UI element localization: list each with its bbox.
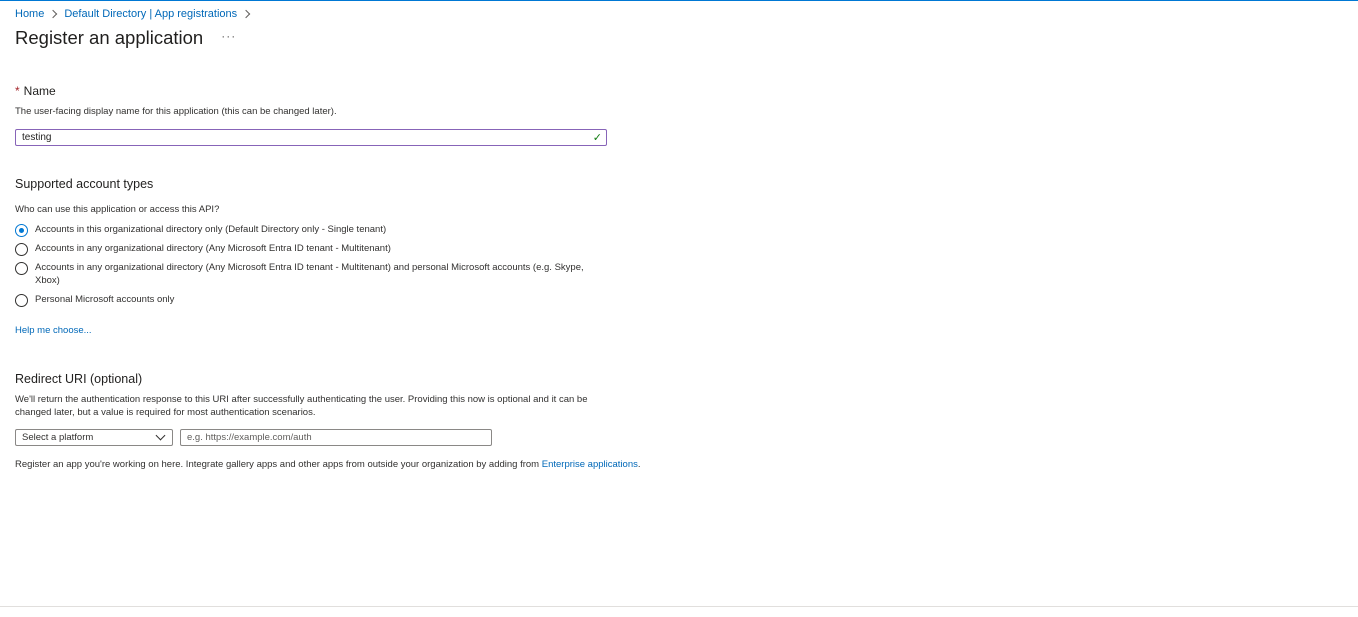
platform-select-value: Select a platform xyxy=(22,432,94,443)
radio-label: Accounts in any organizational directory… xyxy=(35,262,584,286)
name-label-text: Name xyxy=(23,84,56,98)
help-me-choose-link[interactable]: Help me choose... xyxy=(15,325,92,336)
bottom-divider xyxy=(0,606,1358,607)
account-types-question: Who can use this application or access t… xyxy=(15,204,220,215)
radio-label: Personal Microsoft accounts only xyxy=(35,294,175,305)
radio-option-multitenant-personal[interactable]: Accounts in any organizational directory… xyxy=(15,262,595,287)
footer-note-text: Register an app you're working on here. … xyxy=(15,459,542,470)
platform-select[interactable]: Select a platform xyxy=(15,429,173,446)
more-options-icon[interactable]: ··· xyxy=(221,29,236,43)
footer-note: Register an app you're working on here. … xyxy=(15,459,641,470)
name-input[interactable]: testing ✓ xyxy=(15,129,607,146)
radio-label: Accounts in any organizational directory… xyxy=(35,243,391,254)
title-row: Register an application ··· xyxy=(15,27,236,49)
radio-option-multitenant[interactable]: Accounts in any organizational directory… xyxy=(15,243,595,256)
redirect-uri-input[interactable]: e.g. https://example.com/auth xyxy=(180,429,492,446)
breadcrumb-home[interactable]: Home xyxy=(15,8,44,20)
account-types-heading: Supported account types xyxy=(15,177,154,191)
required-marker: * xyxy=(15,84,20,98)
breadcrumb-app-registrations[interactable]: Default Directory | App registrations xyxy=(64,8,237,20)
enterprise-applications-link[interactable]: Enterprise applications xyxy=(542,459,638,470)
checkmark-icon: ✓ xyxy=(592,132,602,144)
name-label: * Name xyxy=(15,84,56,98)
radio-option-personal-only[interactable]: Personal Microsoft accounts only xyxy=(15,294,595,307)
radio-label: Accounts in this organizational director… xyxy=(35,224,387,235)
chevron-right-icon xyxy=(49,9,58,19)
radio-option-single-tenant[interactable]: Accounts in this organizational director… xyxy=(15,224,595,237)
redirect-uri-heading: Redirect URI (optional) xyxy=(15,372,143,386)
name-description: The user-facing display name for this ap… xyxy=(15,106,337,117)
page-content: Home Default Directory | App registratio… xyxy=(15,0,1345,600)
page-title: Register an application xyxy=(15,27,204,48)
chevron-down-icon xyxy=(155,430,166,441)
radio-button[interactable] xyxy=(15,243,28,256)
radio-button[interactable] xyxy=(15,294,28,307)
name-input-value: testing xyxy=(22,132,52,143)
chevron-right-icon xyxy=(241,9,251,19)
redirect-uri-placeholder: e.g. https://example.com/auth xyxy=(187,432,312,443)
footer-note-end: . xyxy=(637,459,641,470)
redirect-uri-description: We'll return the authentication response… xyxy=(15,394,588,418)
radio-button-selected[interactable] xyxy=(15,224,28,237)
breadcrumb: Home Default Directory | App registratio… xyxy=(15,8,257,20)
radio-button[interactable] xyxy=(15,262,28,275)
